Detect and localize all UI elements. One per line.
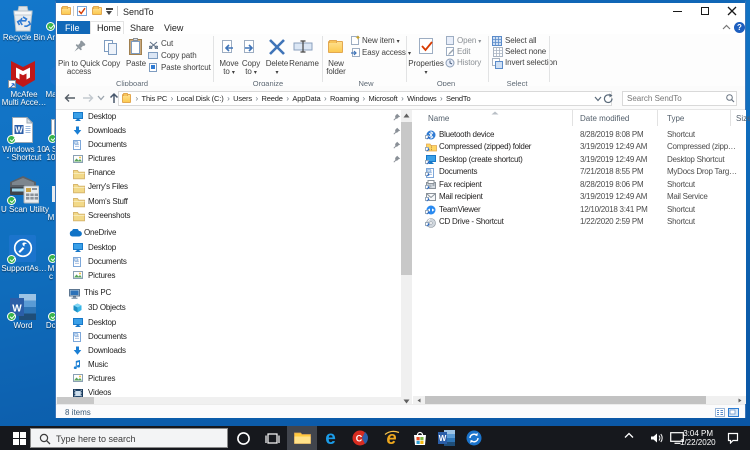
svg-text:e: e (325, 429, 336, 447)
svg-text:W: W (15, 126, 23, 135)
svg-text:W: W (439, 434, 447, 443)
svg-text:C: C (356, 434, 363, 444)
